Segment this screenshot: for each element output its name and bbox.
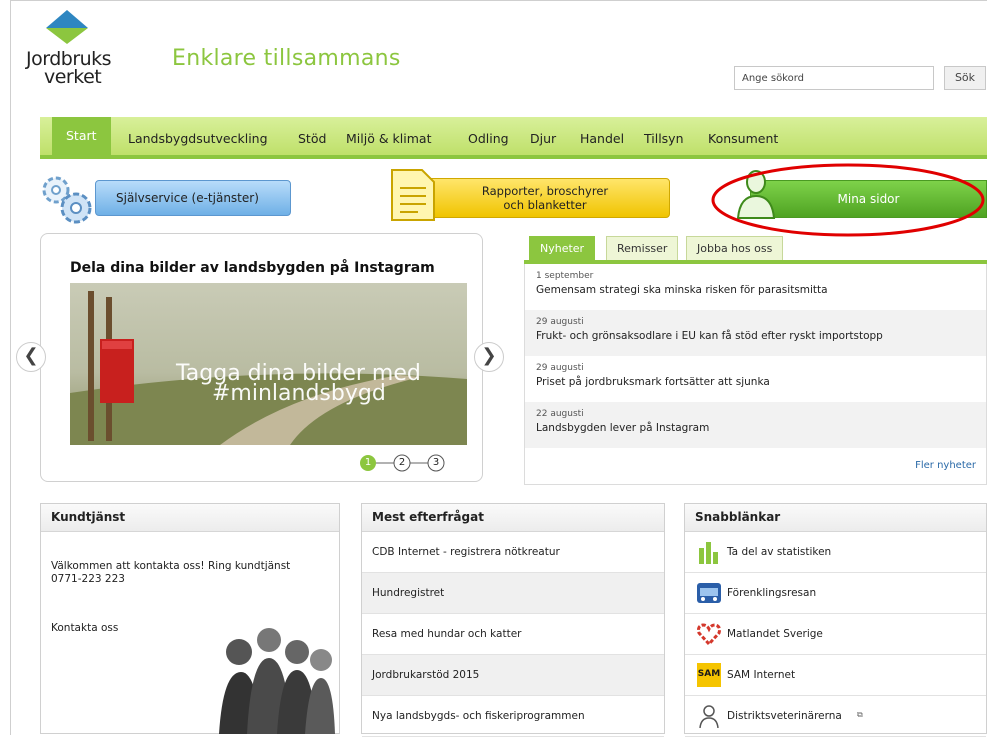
quicklink-sam-internet[interactable]: SAM SAM Internet xyxy=(685,655,986,696)
pagination-dot-3[interactable]: 3 xyxy=(428,457,444,468)
news-headline[interactable]: Frukt- och grönsaksodlare i EU kan få st… xyxy=(536,330,883,342)
nav-konsument[interactable]: Konsument xyxy=(708,131,778,146)
nav-handel[interactable]: Handel xyxy=(580,131,624,146)
list-item[interactable]: Resa med hundar och katter xyxy=(362,614,664,655)
tab-nyheter[interactable]: Nyheter xyxy=(529,236,596,260)
news-item[interactable]: 22 augusti Landsbygden lever på Instagra… xyxy=(525,402,986,448)
carousel-caption-line2: #minlandsbygd xyxy=(212,381,386,406)
news-date: 29 augusti xyxy=(536,363,584,373)
sam-badge-text: SAM xyxy=(698,669,720,679)
quicklink-label: Distriktsveterinärerna xyxy=(727,710,842,722)
nav-stod[interactable]: Stöd xyxy=(298,131,326,146)
quicklink-statistik[interactable]: Ta del av statistiken xyxy=(685,532,986,573)
tagline: Enklare tillsammans xyxy=(172,46,401,71)
tab-remisser[interactable]: Remisser xyxy=(606,236,679,260)
news-date: 29 augusti xyxy=(536,317,584,327)
logo-emblem-icon xyxy=(46,10,88,44)
more-news-link[interactable]: Fler nyheter xyxy=(915,460,976,471)
my-pages-button[interactable]: Mina sidor xyxy=(750,180,987,218)
quicklink-distriktsveterinarerna[interactable]: Distriktsveterinärerna ⧉ xyxy=(685,696,986,737)
sam-icon: SAM xyxy=(697,663,721,687)
news-item[interactable]: 29 augusti Frukt- och grönsaksodlare i E… xyxy=(525,310,986,356)
nav-odling[interactable]: Odling xyxy=(468,131,509,146)
mest-efterfragat-box: Mest efterfrågat CDB Internet - registre… xyxy=(361,503,665,737)
news-panel: Nyheter Remisser Jobba hos oss 1 septemb… xyxy=(524,233,987,485)
jordbruksverket-logo[interactable]: Jordbruks verket xyxy=(26,6,146,96)
staff-photo xyxy=(219,622,335,734)
tab-jobba-hos-oss[interactable]: Jobba hos oss xyxy=(686,236,784,260)
search-button[interactable]: Sök xyxy=(944,66,986,90)
vet-icon xyxy=(699,705,719,728)
news-date: 22 augusti xyxy=(536,409,584,419)
chevron-right-icon: ❯ xyxy=(481,345,497,366)
carousel-next-button[interactable]: ❯ xyxy=(474,342,504,372)
pagination-dot-1[interactable]: 1 xyxy=(360,457,376,468)
carousel-title[interactable]: Dela dina bilder av landsbygden på Insta… xyxy=(70,260,435,276)
mest-efterfragat-heading: Mest efterfrågat xyxy=(362,504,664,532)
quicklink-label: Förenklingsresan xyxy=(727,587,817,599)
chevron-left-icon: ❮ xyxy=(23,345,39,366)
nav-djur[interactable]: Djur xyxy=(530,131,556,146)
list-item[interactable]: Jordbrukarstöd 2015 xyxy=(362,655,664,696)
nav-miljo-klimat[interactable]: Miljö & klimat xyxy=(346,131,431,146)
kundtjanst-heading: Kundtjänst xyxy=(41,504,339,532)
news-headline[interactable]: Gemensam strategi ska minska risken för … xyxy=(536,284,828,296)
selfservice-button[interactable]: Självservice (e-tjänster) xyxy=(95,180,291,216)
quicklink-label: Matlandet Sverige xyxy=(727,628,823,640)
main-nav: Start Landsbygdsutveckling Stöd Miljö & … xyxy=(40,117,987,159)
reports-label-line1: Rapporter, broschyrer xyxy=(481,184,609,198)
news-item[interactable]: 29 augusti Priset på jordbruksmark forts… xyxy=(525,356,986,402)
heart-icon xyxy=(697,623,721,646)
snabblankar-box: Snabblänkar Ta del av statistiken Förenk… xyxy=(684,503,987,737)
quicklink-label: Ta del av statistiken xyxy=(727,546,832,558)
document-icon xyxy=(391,169,435,221)
quicklink-forenklingsresan[interactable]: Förenklingsresan xyxy=(685,573,986,614)
kundtjanst-phone: 0771-223 223 xyxy=(51,573,125,585)
list-item[interactable]: Hundregistret xyxy=(362,573,664,614)
search-input[interactable]: Ange sökord xyxy=(734,66,934,90)
news-item[interactable]: 1 september Gemensam strategi ska minska… xyxy=(525,264,986,310)
gears-icon xyxy=(42,176,92,224)
external-link-icon: ⧉ xyxy=(857,710,863,719)
pagination-dot-2[interactable]: 2 xyxy=(394,457,410,468)
nav-tillsyn[interactable]: Tillsyn xyxy=(644,131,684,146)
reports-button[interactable]: Rapporter, broschyrer och blanketter xyxy=(420,178,670,218)
quicklink-matlandet[interactable]: Matlandet Sverige xyxy=(685,614,986,655)
news-date: 1 september xyxy=(536,271,594,281)
carousel-prev-button[interactable]: ❮ xyxy=(16,342,46,372)
news-headline[interactable]: Landsbygden lever på Instagram xyxy=(536,422,709,434)
news-headline[interactable]: Priset på jordbruksmark fortsätter att s… xyxy=(536,376,770,388)
quicklink-label: SAM Internet xyxy=(727,669,796,681)
bus-icon xyxy=(697,583,721,603)
kundtjanst-box: Kundtjänst Välkommen att kontakta oss! R… xyxy=(40,503,340,734)
carousel-pagination: 1 2 3 xyxy=(350,451,460,479)
reports-label-line2: och blanketter xyxy=(503,198,587,212)
person-icon xyxy=(736,170,776,219)
news-list: 1 september Gemensam strategi ska minska… xyxy=(524,264,987,485)
nav-start[interactable]: Start xyxy=(52,117,111,155)
list-item[interactable]: Nya landsbygds- och fiskeriprogrammen xyxy=(362,696,664,737)
kundtjanst-welcome-line1: Välkommen att kontakta oss! Ring kundtjä… xyxy=(51,560,291,572)
snabblankar-heading: Snabblänkar xyxy=(685,504,986,532)
logo-text-line2: verket xyxy=(44,66,102,88)
bar-chart-icon xyxy=(699,542,718,564)
nav-landsbygdsutveckling[interactable]: Landsbygdsutveckling xyxy=(128,131,268,146)
list-item[interactable]: CDB Internet - registrera nötkreatur xyxy=(362,532,664,573)
contact-us-link[interactable]: Kontakta oss xyxy=(51,622,118,635)
